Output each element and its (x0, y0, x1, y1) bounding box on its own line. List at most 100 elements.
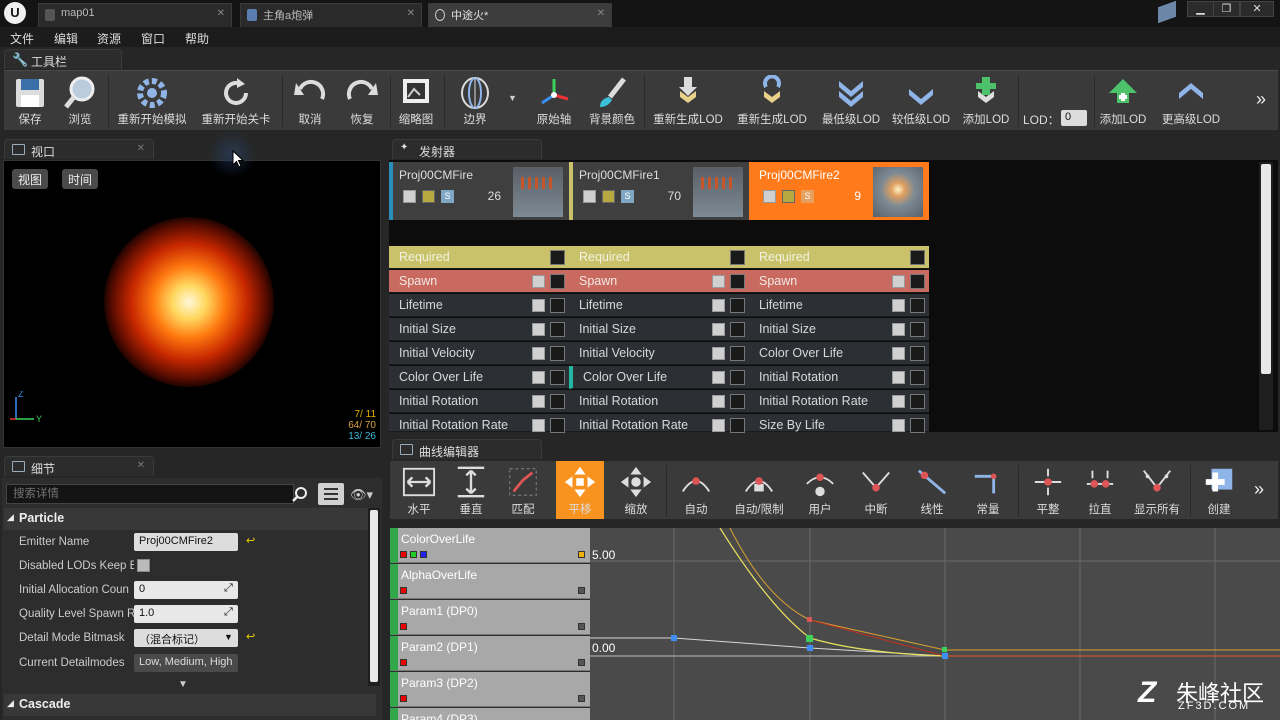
graph-toggle-icon[interactable] (730, 394, 745, 409)
graph-toggle-icon[interactable] (910, 298, 925, 313)
lower-lod-button[interactable]: 较低级LOD (888, 73, 954, 129)
graph-toggle-icon[interactable] (550, 418, 565, 433)
graph-toggle-icon[interactable] (910, 418, 925, 433)
time-menu-button[interactable]: 时间 (62, 169, 99, 189)
module-initial-rotation-rate[interactable]: Initial Rotation Rate (749, 390, 929, 413)
channel-toggle[interactable] (400, 623, 407, 630)
search-details-input[interactable] (6, 484, 294, 504)
origin-axis-button[interactable]: 原始轴 (532, 73, 576, 129)
graph-toggle-icon[interactable] (730, 250, 745, 265)
graph-toggle-icon[interactable] (730, 274, 745, 289)
module-spawn[interactable]: Spawn (749, 270, 929, 293)
graph-toggle-icon[interactable] (910, 346, 925, 361)
module-initial-rotation[interactable]: Initial Rotation (389, 390, 569, 413)
constant-button[interactable]: 常量 (964, 461, 1012, 519)
tab-projectile[interactable]: 主角a炮弹 ✕ (240, 3, 422, 27)
emitters-scrollbar[interactable] (1259, 162, 1273, 430)
add-lod-button-1[interactable]: 添加LOD (958, 73, 1014, 129)
close-window-button[interactable]: ✕ (1240, 1, 1274, 17)
graph-toggle-icon[interactable] (730, 322, 745, 337)
graph-toggle-icon[interactable] (730, 370, 745, 385)
blue-channel-toggle[interactable] (420, 551, 427, 558)
module-required[interactable]: Required (389, 246, 569, 269)
search-icon[interactable] (292, 486, 308, 502)
reset-to-default-icon[interactable]: ↩ (246, 630, 255, 643)
emitter-header[interactable]: Proj00CMFire1 S 70 (569, 162, 749, 220)
module-checkbox[interactable] (892, 275, 905, 288)
minimize-button[interactable]: ▁ (1187, 1, 1214, 17)
module-color-over-life[interactable]: Color Over Life (569, 366, 749, 389)
graph-toggle-icon[interactable] (910, 322, 925, 337)
red-channel-toggle[interactable] (400, 551, 407, 558)
module-checkbox[interactable] (892, 395, 905, 408)
curve-track[interactable]: AlphaOverLife (390, 564, 590, 599)
lod-value-field[interactable]: 0 (1061, 110, 1087, 126)
curve-visibility-toggle[interactable] (578, 587, 585, 594)
close-icon[interactable]: ✕ (217, 8, 225, 19)
module-checkbox[interactable] (532, 419, 545, 432)
module-initial-size[interactable]: Initial Size (569, 318, 749, 341)
auto-tangent-button[interactable]: 自动 (672, 461, 720, 519)
graph-toggle-icon[interactable] (550, 250, 565, 265)
show-all-tangents-button[interactable]: 显示所有 (1130, 461, 1184, 519)
view-options-list-icon[interactable] (318, 483, 344, 505)
curve-track[interactable]: ColorOverLife (390, 528, 590, 563)
graph-toggle-icon[interactable] (910, 250, 925, 265)
fit-vertical-button[interactable]: 垂直 (448, 461, 494, 519)
green-channel-toggle[interactable] (410, 551, 417, 558)
module-initial-size[interactable]: Initial Size (389, 318, 569, 341)
module-spawn[interactable]: Spawn (569, 270, 749, 293)
restart-simulation-button[interactable]: 重新开始模拟 (114, 73, 190, 129)
graph-toggle-icon[interactable] (910, 274, 925, 289)
module-checkbox[interactable] (532, 299, 545, 312)
solo-toggle-icon[interactable] (422, 190, 435, 203)
module-checkbox[interactable] (712, 275, 725, 288)
emitter-header[interactable]: Proj00CMFire S 26 (389, 162, 569, 220)
module-initial-rotation[interactable]: Initial Rotation (749, 366, 929, 389)
graph-toggle-icon[interactable] (910, 370, 925, 385)
menu-file[interactable]: 文件 (10, 30, 34, 47)
bounds-dropdown-arrow[interactable]: ▼ (508, 93, 517, 103)
section-particle[interactable]: ◢ Particle (4, 508, 376, 530)
break-tangent-button[interactable]: 中断 (852, 461, 900, 519)
module-checkbox[interactable] (712, 323, 725, 336)
maximize-button[interactable]: ❐ (1213, 1, 1240, 17)
initial-allocation-field[interactable]: 0 (134, 581, 238, 599)
background-color-button[interactable]: 背景颜色 (586, 73, 638, 129)
module-checkbox[interactable] (712, 419, 725, 432)
graph-toggle-icon[interactable] (550, 298, 565, 313)
menu-asset[interactable]: 资源 (97, 30, 121, 47)
module-lifetime[interactable]: Lifetime (569, 294, 749, 317)
module-initial-rotation-rate[interactable]: Initial Rotation Rate (389, 414, 569, 433)
unreal-logo-icon[interactable]: U (4, 2, 26, 24)
particle-viewport[interactable]: 视图 时间 YZ 7/ 11 64/ 70 13/ 26 (3, 160, 381, 448)
module-required[interactable]: Required (569, 246, 749, 269)
graph-toggle-icon[interactable] (910, 394, 925, 409)
module-initial-size[interactable]: Initial Size (749, 318, 929, 341)
disabled-lods-checkbox[interactable] (137, 559, 150, 572)
curve-track[interactable]: Param1 (DP0) (390, 600, 590, 635)
straighten-button[interactable]: 拉直 (1076, 461, 1124, 519)
solo-toggle-icon[interactable] (782, 190, 795, 203)
curve-editor-panel-tab[interactable]: 曲线编辑器 (392, 439, 542, 459)
module-checkbox[interactable] (532, 323, 545, 336)
flatten-button[interactable]: 平整 (1024, 461, 1072, 519)
module-color-over-life[interactable]: Color Over Life (749, 342, 929, 365)
graph-toggle-icon[interactable] (550, 346, 565, 361)
restart-level-button[interactable]: 重新开始关卡 (198, 73, 274, 129)
close-icon[interactable]: ✕ (137, 143, 145, 154)
reset-to-default-icon[interactable]: ↩ (246, 534, 255, 547)
create-button[interactable]: 创建 (1196, 461, 1242, 519)
quality-level-field[interactable]: 1.0 (134, 605, 238, 623)
lowest-lod-button[interactable]: 最低级LOD (818, 73, 884, 129)
section-cascade[interactable]: ◢ Cascade (4, 694, 376, 716)
module-checkbox[interactable] (712, 299, 725, 312)
module-checkbox[interactable] (532, 347, 545, 360)
module-checkbox[interactable] (892, 419, 905, 432)
close-icon[interactable]: ✕ (137, 460, 145, 471)
tab-particle-system[interactable]: 中途火* ✕ (428, 3, 612, 27)
module-checkbox[interactable] (712, 395, 725, 408)
curve-track[interactable]: Param2 (DP1) (390, 636, 590, 671)
graph-toggle-icon[interactable] (550, 370, 565, 385)
module-size-by-life[interactable]: Size By Life (749, 414, 929, 433)
